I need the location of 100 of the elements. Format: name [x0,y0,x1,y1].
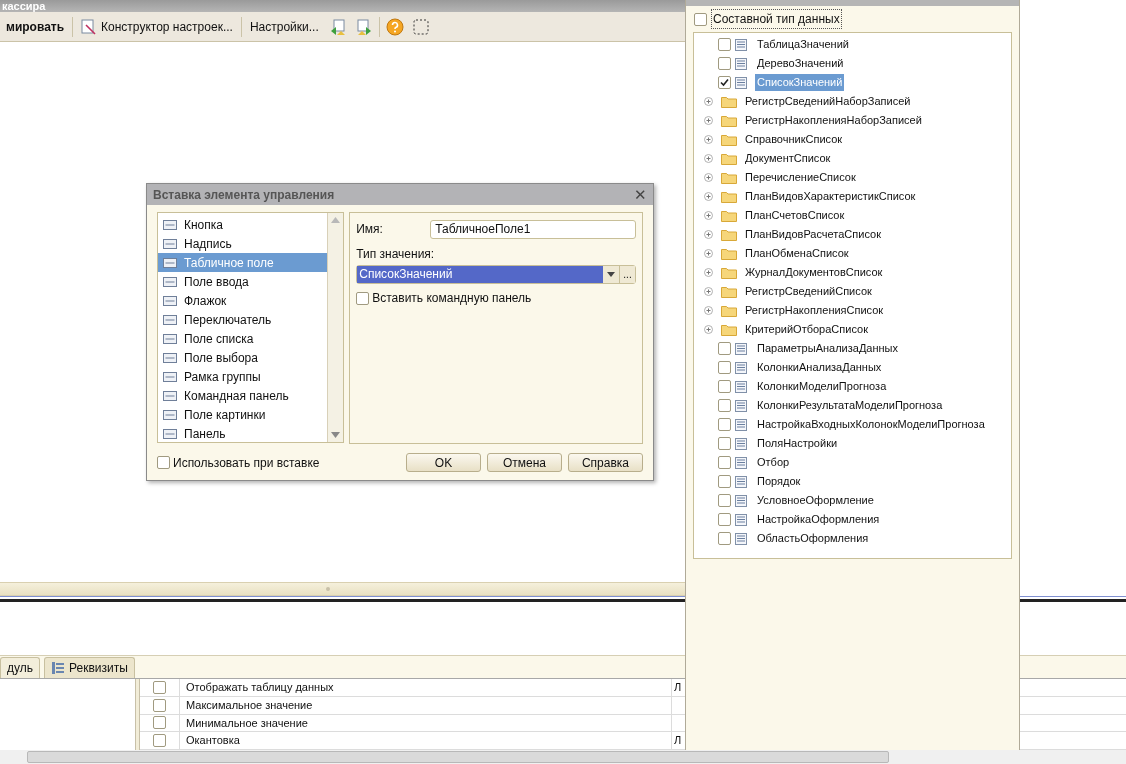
tree-item[interactable]: Отбор [755,454,792,471]
checkbox[interactable] [718,532,731,545]
tree-item[interactable]: РегистрСведенийСписок [743,283,874,300]
checkbox[interactable] [718,380,731,393]
tree-item[interactable]: РегистрНакопленияСписок [743,302,886,319]
expand-icon[interactable] [704,173,713,182]
tree-item[interactable]: ПоляНастройки [755,435,840,452]
tab[interactable]: Реквизиты [44,657,135,678]
expand-icon[interactable] [704,135,713,144]
checkbox[interactable] [718,361,731,374]
tree-item[interactable]: ПланСчетовСписок [743,207,847,224]
selection-icon[interactable] [411,17,430,36]
toolbar-button[interactable]: Конструктор настроек... [75,15,239,38]
checkbox[interactable] [694,12,707,26]
folder-icon [721,228,737,241]
dropdown-icon[interactable] [607,272,615,277]
tree-item[interactable]: ПланОбменаСписок [743,245,851,262]
tree-item[interactable]: КолонкиМоделиПрогноза [755,378,889,395]
list-item[interactable]: Поле ввода [158,272,328,291]
expand-icon[interactable] [704,230,713,239]
checkbox[interactable] [718,399,731,412]
checkbox[interactable] [718,475,731,488]
tree-item[interactable]: НастройкаОформления [755,511,882,528]
expand-icon[interactable] [704,249,713,258]
toolbar-button[interactable]: Настройки... [243,15,325,38]
checkbox[interactable] [356,291,370,305]
list-item[interactable]: Рамка группы [158,367,328,386]
scrollbar[interactable] [327,213,344,442]
expand-icon[interactable] [704,325,713,334]
expand-icon[interactable] [704,97,713,106]
table-cell: Л [674,681,682,694]
checkbox[interactable] [718,57,731,70]
help-icon[interactable] [385,17,404,36]
tree-item[interactable]: ДокументСписок [743,150,833,167]
list-item[interactable]: Переключатель [158,310,328,329]
tree-item[interactable]: КолонкиАнализаДанных [755,359,884,376]
tree-item[interactable]: КолонкиРезультатаМоделиПрогноза [755,397,945,414]
list-item[interactable]: Кнопка [158,215,328,234]
list-item[interactable]: Поле выбора [158,348,328,367]
name-field[interactable]: ТабличноеПоле1 [430,219,636,239]
list-icon [734,474,748,489]
checkbox[interactable] [718,494,731,507]
tree-item[interactable]: ПланВидовРасчетаСписок [743,226,883,243]
tab[interactable]: дуль [0,657,40,678]
list-item[interactable]: Флажок [158,291,328,310]
checkbox[interactable] [718,76,731,89]
checkbox[interactable] [718,513,731,526]
tree-item[interactable]: ПеречислениеСписок [743,169,858,186]
tree-item[interactable]: ЖурналДокументовСписок [743,264,885,281]
tree-item[interactable]: ДеревоЗначений [755,55,846,72]
checkbox[interactable] [153,716,166,730]
checkbox[interactable] [153,680,166,694]
list-item[interactable]: Надпись [158,234,328,253]
tree-item[interactable]: Порядок [755,473,803,490]
tree-item[interactable]: ТаблицаЗначений [755,36,851,53]
dialog-button[interactable]: Справка [568,453,643,472]
dialog-button[interactable]: Отмена [487,453,562,472]
tree-item[interactable]: СправочникСписок [743,131,845,148]
type-select[interactable]: СписокЗначений ... [356,265,636,284]
tree-item[interactable]: ПараметрыАнализаДанных [755,340,900,357]
expand-icon[interactable] [704,116,713,125]
document-arrow-icon[interactable] [354,17,373,36]
checkbox[interactable] [718,437,731,450]
tree-item[interactable]: КритерийОтбораСписок [743,321,870,338]
tree-item[interactable]: ПланВидовХарактеристикСписок [743,188,918,205]
tree-item[interactable]: РегистрНакопленияНаборЗаписей [743,112,924,129]
checkbox[interactable] [718,38,731,51]
folder-icon [721,266,737,279]
dialog-button[interactable]: OK [406,453,481,472]
tree-item[interactable]: УсловноеОформление [755,492,876,509]
checkbox[interactable] [153,698,166,712]
expand-icon[interactable] [704,268,713,277]
list-item[interactable]: Поле списка [158,329,328,348]
list-item[interactable]: Командная панель [158,386,328,405]
expand-icon[interactable] [704,211,713,220]
folder-icon [721,152,737,165]
tree-item[interactable]: НастройкаВходныхКолонокМоделиПрогноза [755,416,987,433]
folder-icon [721,190,737,203]
expand-icon[interactable] [704,192,713,201]
list-item[interactable]: Поле картинки [158,405,328,424]
choose-button[interactable]: ... [619,266,635,283]
tree-item[interactable]: РегистрСведенийНаборЗаписей [743,93,913,110]
close-button[interactable]: ✕ [634,187,647,202]
expand-icon[interactable] [704,287,713,296]
checkbox-label: Вставить командную панель [372,290,532,307]
checkbox-label: Использовать при вставке [173,454,320,472]
checkbox[interactable] [718,418,731,431]
scrollbar-thumb[interactable] [27,751,889,763]
checkbox[interactable] [153,734,166,748]
expand-icon[interactable] [704,154,713,163]
scroll-down-icon[interactable] [331,432,341,438]
tree-item[interactable]: ОбластьОформления [755,530,871,547]
folder-icon [721,171,737,184]
list-item[interactable]: Панель [158,424,328,442]
toolbar-button[interactable]: мировать [0,15,71,38]
checkbox[interactable] [718,342,731,355]
scroll-up-icon[interactable] [331,217,341,223]
expand-icon[interactable] [704,306,713,315]
checkbox[interactable] [157,456,170,469]
checkbox[interactable] [718,456,731,469]
